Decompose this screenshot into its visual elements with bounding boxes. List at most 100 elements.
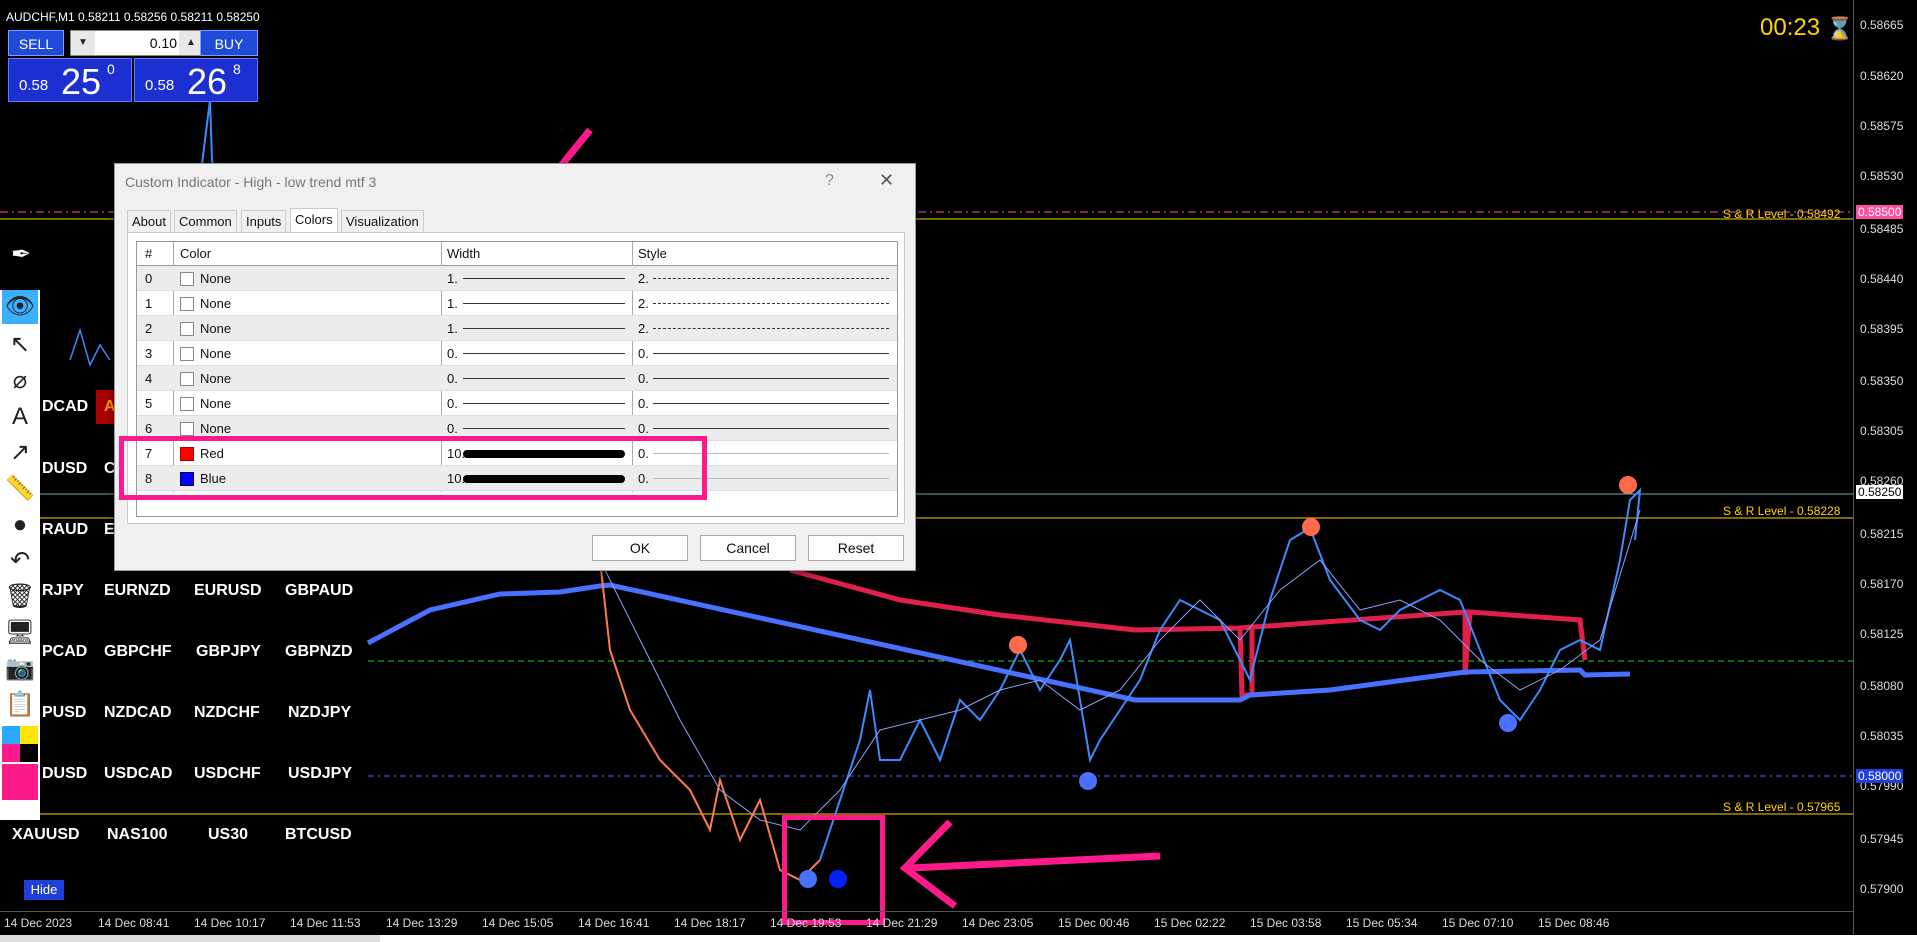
- lot-size-field[interactable]: ▼ 0.10 ▲: [70, 30, 204, 56]
- pair-button[interactable]: USDJPY: [288, 765, 352, 783]
- width-value[interactable]: 0.: [447, 396, 458, 411]
- color-palette-icon[interactable]: [2, 726, 38, 762]
- color-swatch[interactable]: [180, 322, 194, 336]
- pair-button[interactable]: GBPJPY: [196, 643, 261, 661]
- scrollbar-thumb[interactable]: [380, 935, 1917, 942]
- pair-button[interactable]: EURNZD: [104, 582, 171, 600]
- color-name[interactable]: None: [200, 271, 231, 286]
- arrow-icon[interactable]: ↗: [2, 436, 38, 470]
- horizontal-scrollbar[interactable]: [0, 935, 1917, 942]
- tab-inputs[interactable]: Inputs: [241, 210, 287, 232]
- buy-price-box[interactable]: 0.58 26 8: [134, 58, 258, 102]
- lot-decrease-icon[interactable]: ▼: [71, 31, 95, 55]
- help-icon[interactable]: ?: [825, 172, 834, 190]
- buy-price-big: 26: [187, 61, 228, 102]
- color-swatch[interactable]: [180, 347, 194, 361]
- color-name[interactable]: None: [200, 421, 231, 436]
- time-label: 14 Dec 19:53: [770, 916, 842, 930]
- color-name[interactable]: None: [200, 371, 231, 386]
- pair-button[interactable]: RAUD: [42, 521, 88, 539]
- style-value[interactable]: 0.: [638, 371, 649, 386]
- undo-icon[interactable]: ↶: [2, 544, 38, 578]
- buy-button[interactable]: BUY: [200, 30, 258, 56]
- price-tick: 0.58665: [1860, 18, 1904, 32]
- sr-level-label-middle: S & R Level - 0.58228: [1723, 504, 1841, 518]
- pair-button[interactable]: DCAD: [42, 398, 88, 416]
- table-row[interactable]: 5 None 0. 0.: [137, 391, 897, 416]
- pair-button[interactable]: PCAD: [42, 643, 87, 661]
- pen-icon[interactable]: ✒: [4, 240, 38, 270]
- pair-button[interactable]: BTCUSD: [285, 826, 352, 844]
- pair-button[interactable]: RJPY: [42, 582, 84, 600]
- trash-icon[interactable]: 🗑: [2, 580, 38, 614]
- pair-button[interactable]: PUSD: [42, 704, 86, 722]
- table-row[interactable]: 1 None 1. 2.: [137, 291, 897, 316]
- color-swatch[interactable]: [180, 422, 194, 436]
- bar-countdown: 00:23: [1760, 14, 1821, 41]
- hide-button[interactable]: Hide: [24, 880, 64, 900]
- width-value[interactable]: 0.: [447, 346, 458, 361]
- pair-button[interactable]: GBPCHF: [104, 643, 172, 661]
- table-row[interactable]: 3 None 0. 0.: [137, 341, 897, 366]
- width-value[interactable]: 0.: [447, 371, 458, 386]
- style-value[interactable]: 0.: [638, 396, 649, 411]
- pair-button[interactable]: NZDJPY: [288, 704, 351, 722]
- tab-colors[interactable]: Colors: [290, 208, 338, 232]
- pair-button[interactable]: XAUUSD: [12, 826, 80, 844]
- color-name[interactable]: None: [200, 396, 231, 411]
- reset-button[interactable]: Reset: [808, 535, 904, 561]
- sell-price-box[interactable]: 0.58 25 0: [8, 58, 132, 102]
- style-value[interactable]: 2.: [638, 271, 649, 286]
- pair-button[interactable]: NZDCAD: [104, 704, 172, 722]
- tab-about[interactable]: About: [127, 210, 171, 232]
- style-value[interactable]: 2.: [638, 296, 649, 311]
- style-value[interactable]: 0.: [638, 421, 649, 436]
- table-row[interactable]: 4 None 0. 0.: [137, 366, 897, 391]
- color-swatch[interactable]: [180, 297, 194, 311]
- ok-button[interactable]: OK: [592, 535, 688, 561]
- pair-button[interactable]: USDCAD: [104, 765, 172, 783]
- width-value[interactable]: 1.: [447, 271, 458, 286]
- eye-icon[interactable]: 👁: [2, 290, 38, 324]
- width-value[interactable]: 0.: [447, 421, 458, 436]
- pair-button[interactable]: DUSD: [42, 765, 87, 783]
- cursor-icon[interactable]: ↖: [2, 328, 38, 362]
- sell-button[interactable]: SELL: [8, 30, 64, 56]
- tab-visualization[interactable]: Visualization: [341, 210, 424, 232]
- color-name[interactable]: None: [200, 321, 231, 336]
- pair-button[interactable]: DUSD: [42, 460, 87, 478]
- clipboard-icon[interactable]: 📋: [2, 688, 38, 722]
- text-icon[interactable]: A: [2, 400, 38, 434]
- width-value[interactable]: 1.: [447, 321, 458, 336]
- dot-icon[interactable]: ●: [2, 508, 38, 542]
- pair-button[interactable]: GBPAUD: [285, 582, 353, 600]
- color-swatch[interactable]: [180, 397, 194, 411]
- style-value[interactable]: 0.: [638, 346, 649, 361]
- pair-button[interactable]: NZDCHF: [194, 704, 260, 722]
- color-swatch[interactable]: [180, 372, 194, 386]
- ruler-icon[interactable]: 📏: [2, 472, 38, 506]
- close-icon[interactable]: ✕: [879, 170, 894, 191]
- pair-button[interactable]: EURUSD: [194, 582, 262, 600]
- pair-button[interactable]: NAS100: [107, 826, 167, 844]
- cancel-button[interactable]: Cancel: [700, 535, 796, 561]
- one-click-trading-panel: SELL ▼ 0.10 ▲ BUY 0.58 25 0 0.58 26 8: [8, 30, 258, 102]
- pair-button[interactable]: US30: [208, 826, 248, 844]
- color-name[interactable]: None: [200, 296, 231, 311]
- lot-size-value[interactable]: 0.10: [99, 35, 177, 51]
- crosshair-icon[interactable]: ⌀: [2, 364, 38, 398]
- pair-button[interactable]: GBPNZD: [285, 643, 353, 661]
- table-row[interactable]: 2 None 1. 2.: [137, 316, 897, 341]
- style-value[interactable]: 2.: [638, 321, 649, 336]
- width-value[interactable]: 1.: [447, 296, 458, 311]
- table-row[interactable]: 0 None 1. 2.: [137, 266, 897, 291]
- tab-common[interactable]: Common: [174, 210, 237, 232]
- active-color-swatch[interactable]: [2, 764, 38, 800]
- price-axis[interactable]: 0.58665 0.58620 0.58575 0.58530 0.58485 …: [1853, 0, 1917, 942]
- color-swatch[interactable]: [180, 272, 194, 286]
- monitor-icon[interactable]: 🖥: [2, 616, 38, 650]
- price-tick: 0.57900: [1860, 882, 1904, 896]
- color-name[interactable]: None: [200, 346, 231, 361]
- camera-icon[interactable]: 📷: [2, 652, 38, 686]
- pair-button[interactable]: USDCHF: [194, 765, 261, 783]
